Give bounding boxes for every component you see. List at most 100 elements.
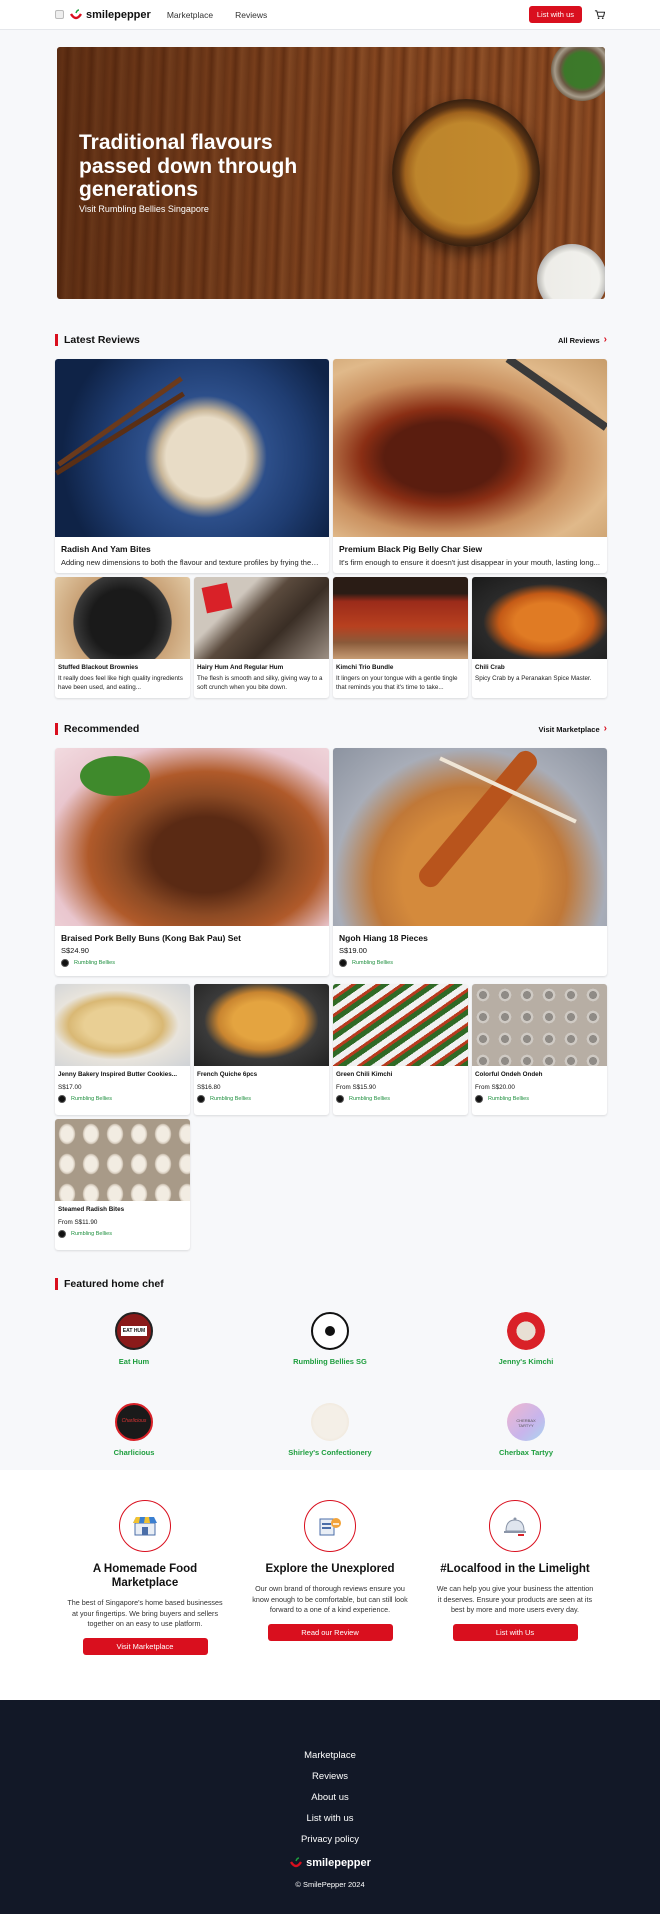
product-card[interactable]: Jenny Bakery Inspired Butter Cookies... … <box>55 984 190 1115</box>
visit-marketplace-link[interactable]: Visit Marketplace › <box>539 723 608 734</box>
chef-jennys-kimchi[interactable]: Jenny's Kimchi <box>451 1312 601 1366</box>
seller-avatar <box>61 959 69 967</box>
review-card[interactable]: Premium Black Pig Belly Char Siew It's f… <box>333 359 607 573</box>
value-prop-reviews: Explore the Unexplored Our own brand of … <box>245 1500 415 1641</box>
chef-name: Rumbling Bellies SG <box>293 1357 367 1366</box>
list-with-us-cta-button[interactable]: List with Us <box>452 1623 578 1641</box>
chef-rumbling-bellies[interactable]: Rumbling Bellies SG <box>255 1312 405 1366</box>
seller-link[interactable]: Rumbling Bellies <box>333 1091 468 1103</box>
value-prop-desc: Our own brand of thorough reviews ensure… <box>252 1584 408 1614</box>
recommended-header: Recommended Visit Marketplace › <box>55 723 607 735</box>
chef-name: Jenny's Kimchi <box>498 1357 554 1366</box>
product-image <box>194 984 329 1066</box>
product-image <box>472 984 607 1066</box>
value-prop-limelight: #Localfood in the Limelight We can help … <box>430 1500 600 1641</box>
seller-link[interactable]: Rumbling Bellies <box>55 1091 190 1103</box>
product-image <box>55 748 329 926</box>
pepper-logo-icon <box>69 8 83 19</box>
review-card[interactable]: Chili Crab Spicy Crab by a Peranakan Spi… <box>472 577 607 698</box>
product-card[interactable]: Braised Pork Belly Buns (Kong Bak Pau) S… <box>55 748 329 976</box>
section-title: Featured home chef <box>64 1278 164 1290</box>
chef-logo <box>311 1312 349 1350</box>
product-card[interactable]: Colorful Ondeh Ondeh From S$20.00 Rumbli… <box>472 984 607 1115</box>
latest-reviews-header: Latest Reviews All Reviews › <box>55 334 607 346</box>
hero-banner[interactable]: Traditional flavours passed down through… <box>57 47 605 299</box>
footer-link-marketplace[interactable]: Marketplace <box>0 1750 660 1761</box>
hero-subtitle[interactable]: Visit Rumbling Bellies Singapore <box>79 204 309 214</box>
review-card[interactable]: Hairy Hum And Regular Hum The flesh is s… <box>194 577 329 698</box>
review-image <box>472 577 607 659</box>
chef-eat-hum[interactable]: EAT HUM Eat Hum <box>59 1312 209 1366</box>
section-title: Recommended <box>64 723 140 735</box>
top-navbar: smilepepper Marketplace Reviews List wit… <box>0 0 660 30</box>
chef-logo: Charlicious <box>115 1403 153 1441</box>
product-card[interactable]: Green Chili Kimchi From S$15.90 Rumbling… <box>333 984 468 1115</box>
product-title: Green Chili Kimchi <box>336 1071 393 1078</box>
seller-link[interactable]: Rumbling Bellies <box>55 1226 190 1238</box>
review-image <box>55 359 329 537</box>
pepper-logo-icon <box>290 1857 303 1868</box>
hero-title: Traditional flavours passed down through… <box>79 131 298 201</box>
footer-link-list-with-us[interactable]: List with us <box>0 1813 660 1824</box>
storefront-icon <box>133 1517 157 1536</box>
value-prop-desc: We can help you give your business the a… <box>436 1584 594 1614</box>
footer-brand-logo[interactable]: smilepepper <box>289 1857 371 1869</box>
visit-marketplace-button[interactable]: Visit Marketplace <box>82 1637 208 1655</box>
read-review-button[interactable]: Read our Review <box>267 1623 393 1641</box>
seller-link[interactable]: Rumbling Bellies <box>55 955 329 967</box>
section-title: Latest Reviews <box>64 334 140 346</box>
seller-avatar <box>58 1095 66 1103</box>
review-card[interactable]: Kimchi Trio Bundle It lingers on your to… <box>333 577 468 698</box>
review-desc: It really does feel like high quality in… <box>58 675 183 691</box>
chef-shirleys-confectionery[interactable]: Shirley's Confectionery <box>255 1403 405 1457</box>
all-reviews-link[interactable]: All Reviews › <box>558 335 607 345</box>
product-card[interactable]: Ngoh Hiang 18 Pieces S$19.00 Rumbling Be… <box>333 748 607 976</box>
product-image <box>333 984 468 1066</box>
review-desc: Spicy Crab by a Peranakan Spice Master. <box>475 675 592 682</box>
product-card[interactable]: Steamed Radish Bites From S$11.90 Rumbli… <box>55 1119 190 1250</box>
featured-chef-header: Featured home chef <box>55 1278 607 1290</box>
cart-icon[interactable] <box>594 9 605 20</box>
product-image <box>55 984 190 1066</box>
review-card[interactable]: Radish And Yam Bites Adding new dimensio… <box>55 359 329 573</box>
value-prop-desc: The best of Singapore's home based busin… <box>67 1598 223 1628</box>
chef-name: Shirley's Confectionery <box>288 1448 372 1457</box>
serving-cloche-icon <box>504 1517 526 1536</box>
seller-link[interactable]: Rumbling Bellies <box>333 955 607 967</box>
chef-logo: EAT HUM <box>115 1312 153 1350</box>
footer-link-reviews[interactable]: Reviews <box>0 1771 660 1782</box>
chef-logo <box>507 1312 545 1350</box>
footer-link-privacy[interactable]: Privacy policy <box>0 1834 660 1845</box>
seller-avatar <box>339 959 347 967</box>
nav-link-marketplace[interactable]: Marketplace <box>167 10 213 20</box>
value-prop-title: #Localfood in the Limelight <box>440 1563 590 1575</box>
value-prop-title: A Homemade Food Marketplace <box>92 1563 198 1589</box>
seller-link[interactable]: Rumbling Bellies <box>472 1091 607 1103</box>
chef-cherbax-tartyy[interactable]: CHERBAX TARTYY Cherbax Tartyy <box>451 1403 601 1457</box>
list-with-us-button[interactable]: List with us <box>528 6 582 23</box>
review-desc: It lingers on your tongue with a gentle … <box>336 675 458 691</box>
value-props-section: A Homemade Food Marketplace The best of … <box>0 1470 660 1700</box>
review-title: Chili Crab <box>475 664 505 671</box>
product-card[interactable]: French Quiche 6pcs S$16.80 Rumbling Bell… <box>194 984 329 1115</box>
value-prop-title: Explore the Unexplored <box>265 1563 395 1575</box>
product-title: Braised Pork Belly Buns (Kong Bak Pau) S… <box>61 933 241 943</box>
review-title: Radish And Yam Bites <box>61 544 151 554</box>
review-card[interactable]: Stuffed Blackout Brownies It really does… <box>55 577 190 698</box>
chef-name: Charlicious <box>113 1448 155 1457</box>
review-image <box>333 359 607 537</box>
menu-icon[interactable] <box>55 10 64 19</box>
footer-link-about[interactable]: About us <box>0 1792 660 1803</box>
chef-charlicious[interactable]: Charlicious Charlicious <box>59 1403 209 1457</box>
review-desc: It's firm enough to ensure it doesn't ju… <box>339 558 600 567</box>
chevron-right-icon: › <box>603 723 607 734</box>
review-title: Hairy Hum And Regular Hum <box>197 664 284 671</box>
product-price: S$19.00 <box>339 946 367 955</box>
brand-logo[interactable]: smilepepper <box>69 9 151 21</box>
seller-avatar <box>197 1095 205 1103</box>
review-title: Premium Black Pig Belly Char Siew <box>339 544 483 554</box>
product-image <box>55 1119 190 1201</box>
nav-link-reviews[interactable]: Reviews <box>235 10 267 20</box>
product-price: S$24.90 <box>61 946 89 955</box>
seller-link[interactable]: Rumbling Bellies <box>194 1091 329 1103</box>
